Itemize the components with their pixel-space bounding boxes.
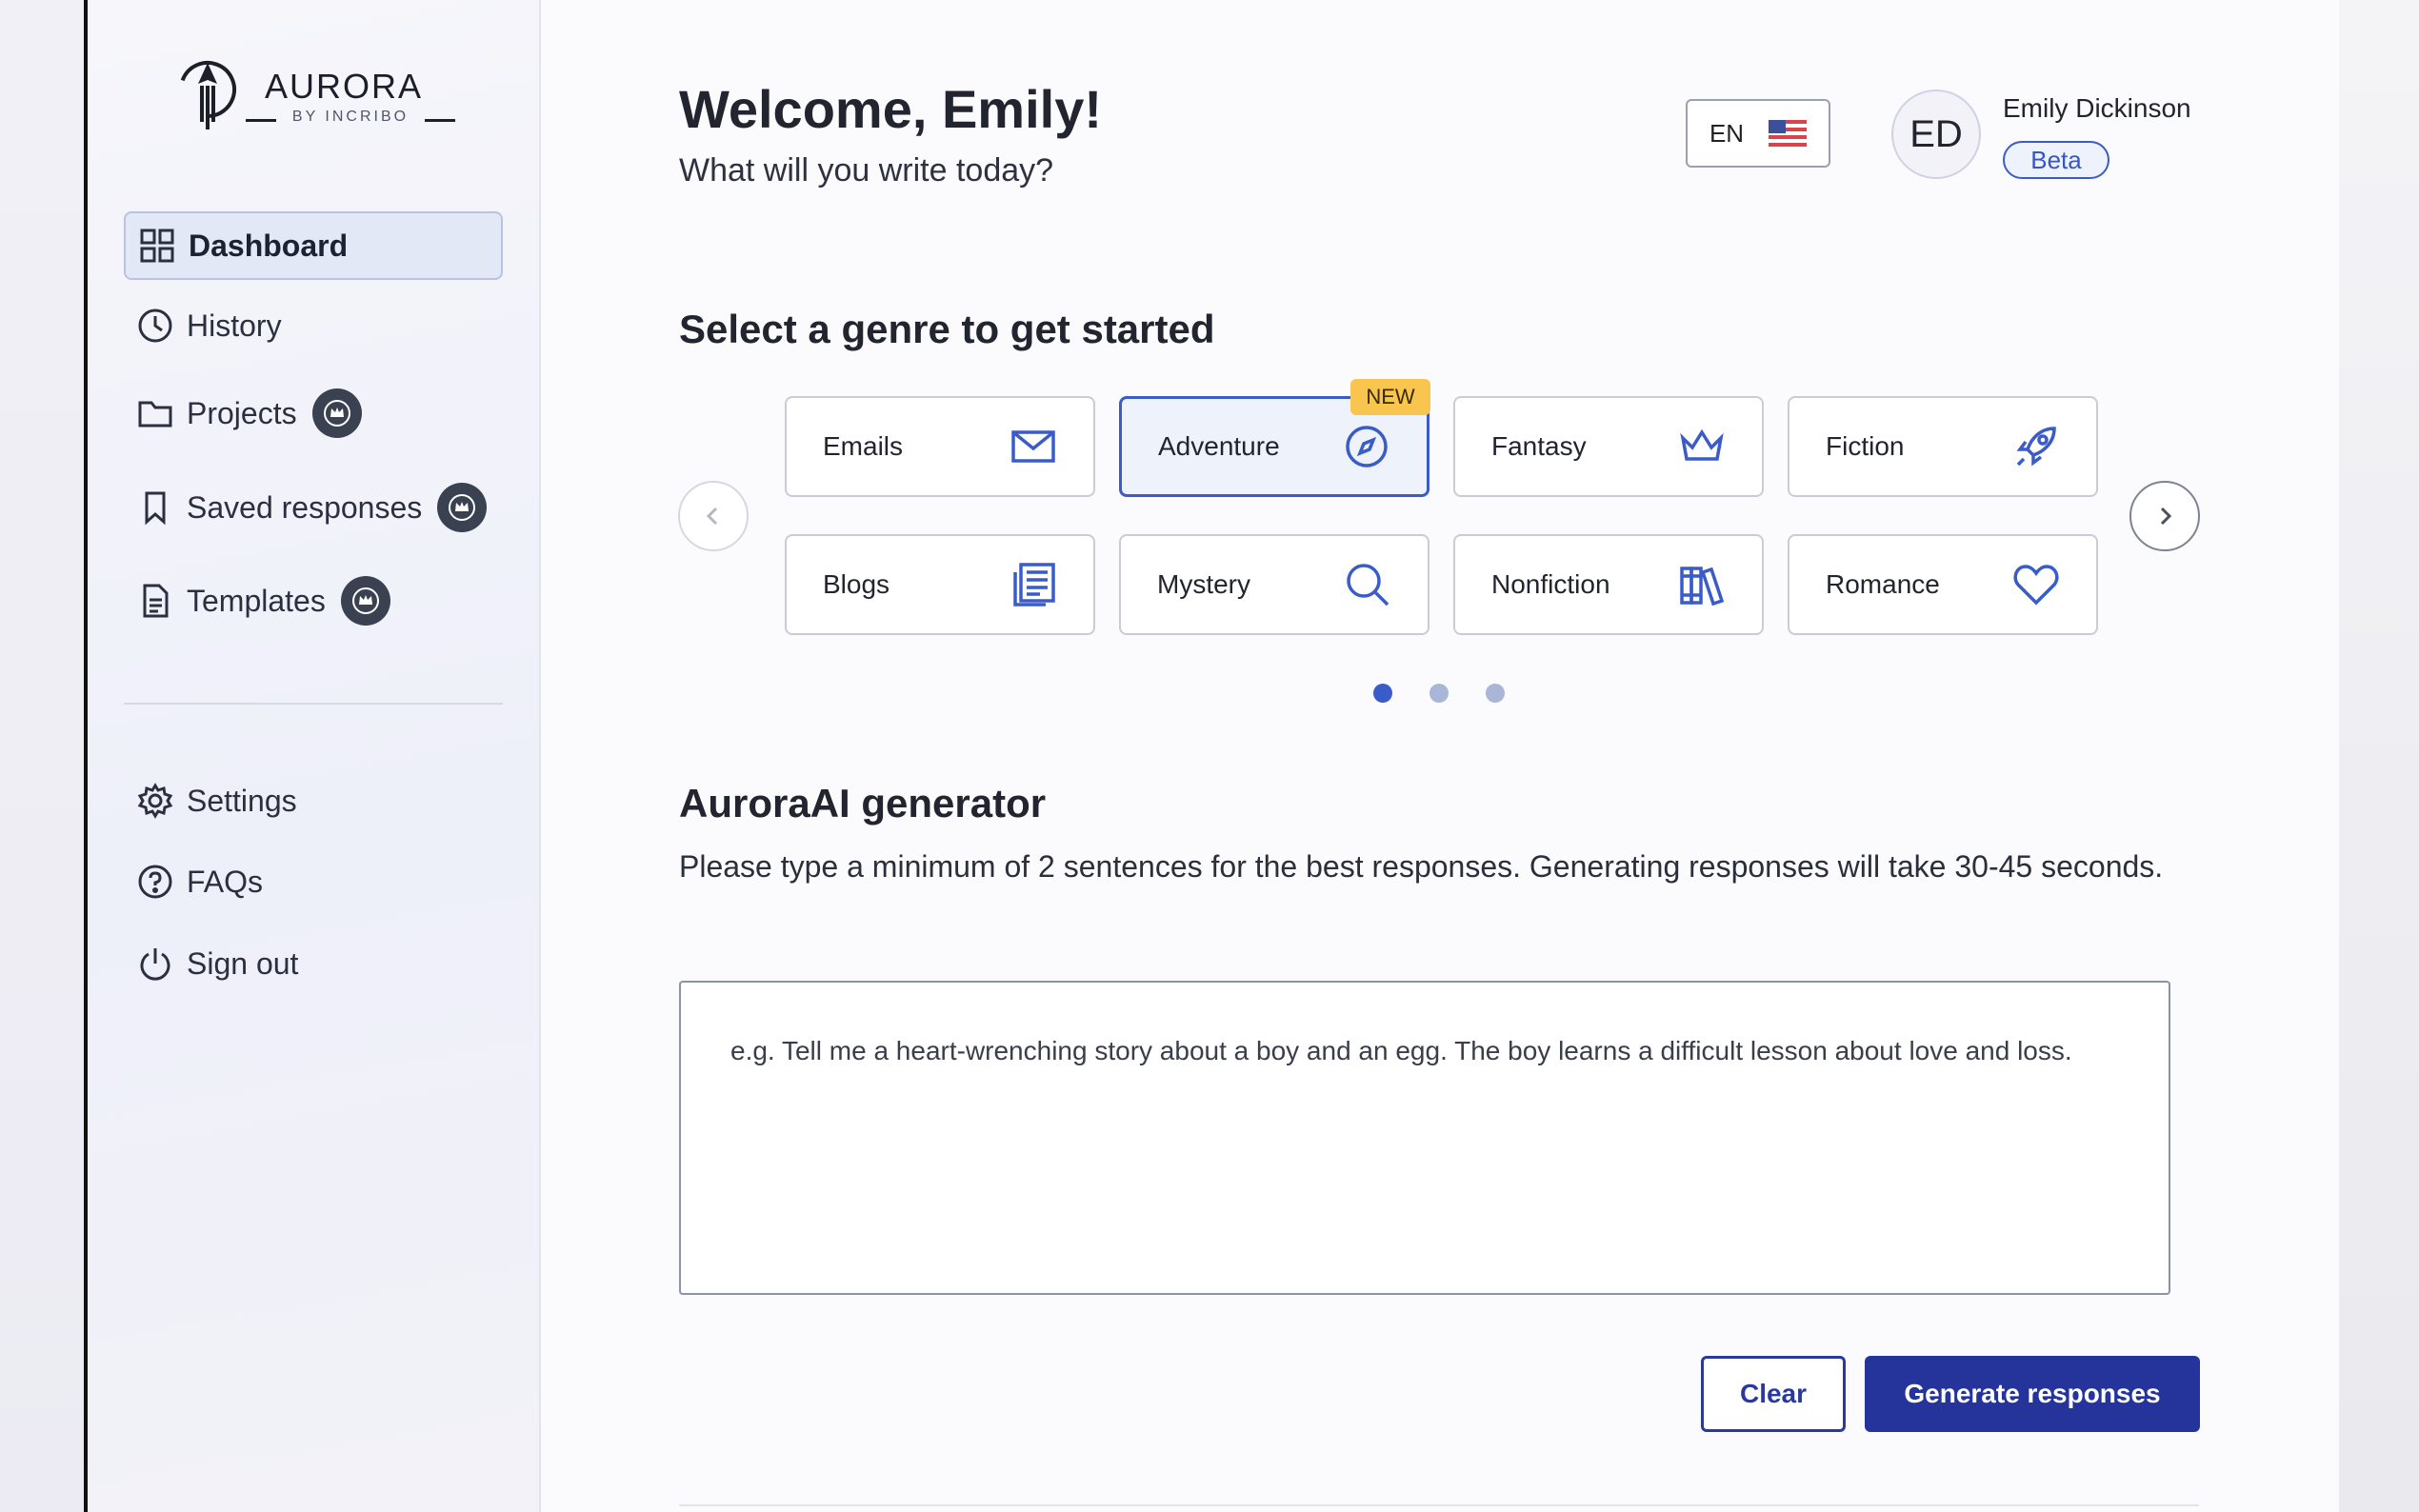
document-icon: [143, 584, 169, 618]
sidebar-item-dashboard[interactable]: Dashboard: [124, 211, 503, 280]
sidebar-item-label: Dashboard: [189, 228, 349, 263]
brand-name: AURORA: [265, 67, 424, 106]
generator-title: AuroraAI generator: [679, 781, 1047, 826]
page-subtitle: What will you write today?: [679, 152, 1054, 189]
genre-card-nonfiction[interactable]: Nonfiction: [1453, 534, 1764, 635]
genre-label: Adventure: [1158, 431, 1280, 461]
brand-logo[interactable]: AURORA BY INCRIBO: [179, 57, 465, 143]
generate-responses-button[interactable]: Generate responses: [1865, 1356, 2200, 1432]
language-selector[interactable]: EN: [1686, 99, 1830, 168]
carousel-next-button[interactable]: [2129, 481, 2200, 551]
sidebar-item-label: Saved responses: [187, 489, 423, 525]
genre-label: Mystery: [1157, 569, 1250, 599]
genre-card-fantasy[interactable]: Fantasy: [1453, 396, 1764, 497]
genre-label: Emails: [823, 431, 904, 461]
prompt-input[interactable]: [679, 981, 2170, 1295]
page-title: Welcome, Emily!: [679, 79, 1103, 139]
magnifier-icon: [1347, 564, 1389, 607]
heart-icon: [2013, 565, 2059, 606]
user-name: Emily Dickinson: [2003, 93, 2191, 123]
sidebar-item-settings[interactable]: Settings: [124, 766, 503, 835]
genre-section-title: Select a genre to get started: [679, 307, 1215, 351]
grid-icon: [140, 229, 174, 263]
genre-card-blogs[interactable]: Blogs: [785, 534, 1095, 635]
language-code: EN: [1709, 118, 1745, 148]
compass-icon: [1346, 426, 1388, 468]
brand-tagline: BY INCRIBO: [246, 109, 455, 126]
generator-description: Please type a minimum of 2 sentences for…: [679, 849, 2164, 884]
genre-card-romance[interactable]: Romance: [1788, 534, 2098, 635]
sidebar-item-history[interactable]: History: [124, 291, 503, 360]
window-frame-right: [2339, 0, 2419, 1512]
genre-label: Fiction: [1826, 431, 1905, 461]
folder-icon: [138, 401, 172, 428]
clock-icon: [138, 308, 172, 343]
premium-crown-icon: [311, 388, 362, 438]
pen-nib-logo-icon: [179, 61, 236, 129]
genre-card-emails[interactable]: Emails: [785, 396, 1095, 497]
window-frame-left: [0, 0, 84, 1512]
genre-label: Fantasy: [1491, 431, 1587, 461]
sidebar: AURORA BY INCRIBO Dashboard History Proj…: [88, 0, 541, 1512]
genre-label: Blogs: [823, 569, 890, 599]
power-icon: [140, 948, 170, 981]
carousel-dot-1[interactable]: [1373, 684, 1392, 703]
sidebar-item-label: FAQs: [187, 864, 264, 899]
chevron-left-icon: [706, 507, 718, 526]
carousel-dot-2[interactable]: [1429, 684, 1449, 703]
sidebar-item-projects[interactable]: Projects: [124, 379, 503, 448]
new-badge: NEW: [1350, 379, 1430, 415]
carousel-prev-button[interactable]: [678, 481, 749, 551]
beta-badge: Beta: [2003, 141, 2109, 179]
sidebar-item-templates[interactable]: Templates: [124, 567, 503, 635]
premium-crown-icon: [437, 483, 488, 532]
genre-card-fiction[interactable]: Fiction: [1788, 396, 2098, 497]
sidebar-item-saved-responses[interactable]: Saved responses: [124, 473, 503, 542]
avatar[interactable]: ED: [1891, 90, 1981, 179]
sidebar-item-faqs[interactable]: FAQs: [124, 847, 503, 916]
us-flag-icon: [1769, 120, 1808, 147]
sidebar-item-label: Settings: [187, 783, 297, 818]
carousel-dot-3[interactable]: [1486, 684, 1505, 703]
genre-label: Romance: [1826, 569, 1940, 599]
mail-icon: [1011, 430, 1055, 463]
rocket-icon: [2016, 427, 2056, 467]
sidebar-divider: [124, 703, 503, 705]
chevron-right-icon: [2160, 507, 2172, 526]
sidebar-item-label: History: [187, 308, 282, 343]
sidebar-item-label: Sign out: [187, 945, 299, 981]
sidebar-item-label: Projects: [187, 395, 297, 430]
main-content: Welcome, Emily! What will you write toda…: [541, 0, 2339, 1512]
gear-icon: [137, 783, 173, 819]
genre-label: Nonfiction: [1491, 569, 1610, 599]
sidebar-item-label: Templates: [187, 583, 326, 618]
section-divider: [679, 1504, 2199, 1506]
question-icon: [138, 865, 172, 899]
clear-button[interactable]: Clear: [1701, 1356, 1846, 1432]
premium-crown-icon: [340, 576, 390, 626]
bookmark-icon: [145, 491, 166, 526]
books-icon: [1680, 567, 1725, 607]
newspaper-icon: [1013, 563, 1055, 607]
crown-icon: [1680, 428, 1724, 461]
genre-card-mystery[interactable]: Mystery: [1119, 534, 1429, 635]
sidebar-item-sign-out[interactable]: Sign out: [124, 929, 503, 998]
